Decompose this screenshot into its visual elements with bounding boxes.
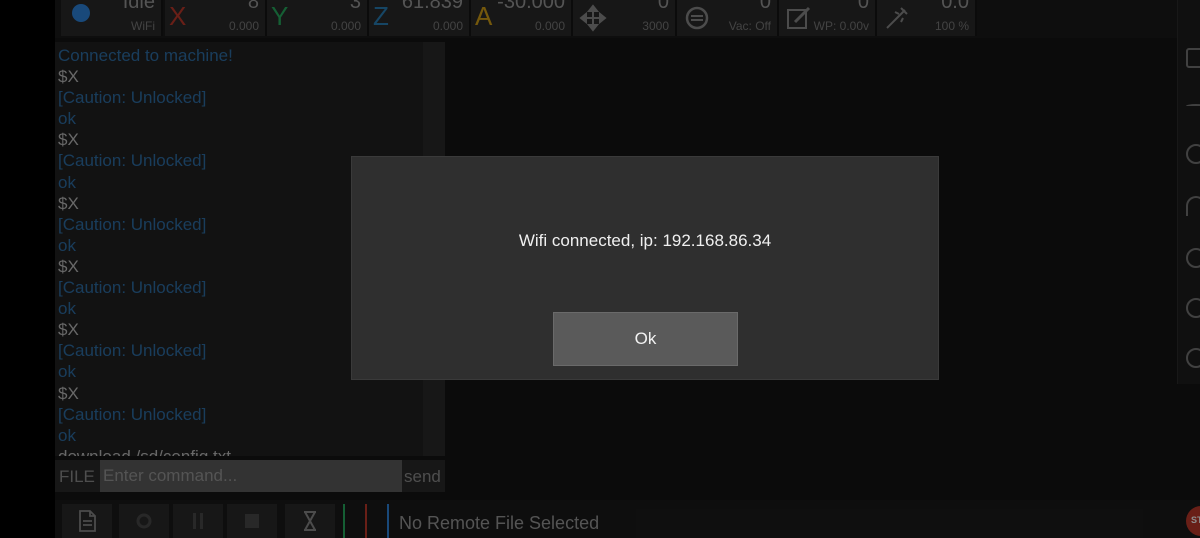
ok-button[interactable]: Ok: [553, 312, 738, 366]
modal-overlay: Wifi connected, ip: 192.168.86.34 Ok: [0, 0, 1200, 538]
wifi-dialog: Wifi connected, ip: 192.168.86.34 Ok: [352, 157, 938, 379]
dialog-message: Wifi connected, ip: 192.168.86.34: [518, 231, 772, 250]
